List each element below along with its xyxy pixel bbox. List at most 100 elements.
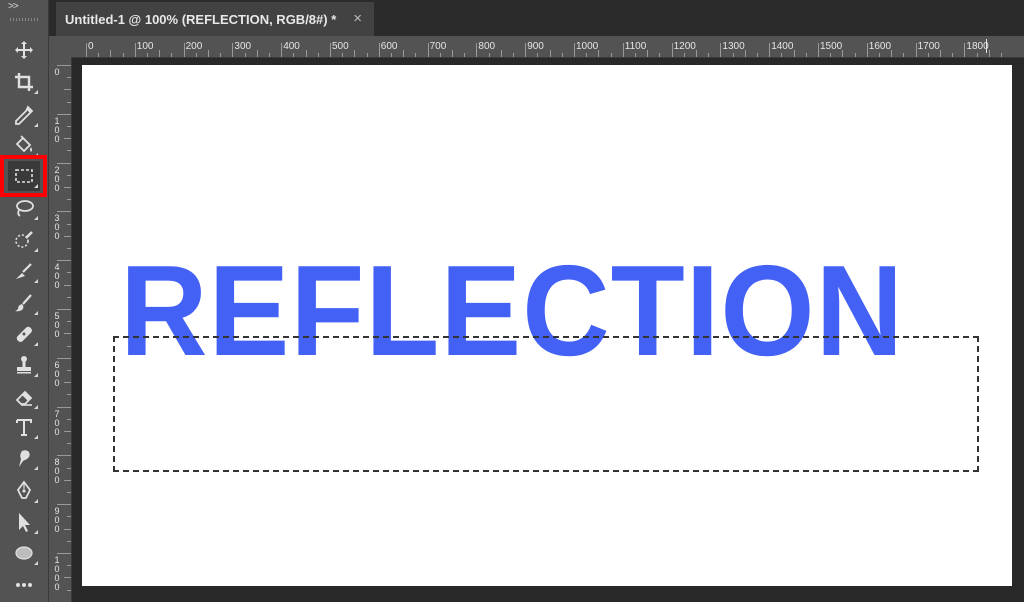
ruler-minor-tick [781, 53, 783, 57]
ruler-minor-tick [269, 53, 270, 57]
ruler-minor-tick [67, 394, 71, 396]
ruler-label: 800 [478, 41, 496, 52]
ruler-minor-tick [67, 126, 71, 127]
selection-marquee[interactable] [113, 336, 979, 472]
ruler-major-tick [57, 406, 71, 408]
ruler-minor-tick [208, 50, 209, 57]
collapse-panel-button[interactable]: >> [8, 1, 19, 12]
lasso-tool[interactable] [8, 193, 40, 223]
ruler-label: 1200 [673, 41, 696, 52]
brush-icon [15, 294, 32, 312]
paint-bucket-icon [15, 135, 32, 153]
ruler-major-tick [57, 260, 71, 262]
ruler-minor-tick [439, 53, 441, 57]
close-icon[interactable]: × [353, 10, 362, 27]
ruler-major-tick [281, 43, 283, 57]
ruler-label: 200 [185, 41, 203, 52]
ruler-minor-tick [67, 370, 71, 371]
ruler-minor-tick [67, 345, 71, 347]
path-selection-tool[interactable] [8, 507, 40, 537]
crop-tool[interactable] [8, 67, 40, 97]
ruler-minor-tick [64, 284, 71, 286]
ruler-minor-tick [513, 53, 514, 57]
ruler-label: 1700 [917, 41, 940, 52]
ruler-minor-tick [64, 382, 71, 384]
tool-highlight-box [0, 155, 47, 197]
ruler-minor-tick [67, 540, 71, 542]
ruler-label: 0 [54, 67, 60, 77]
ruler-minor-tick [64, 577, 71, 579]
ruler-minor-tick [683, 53, 685, 57]
move-tool[interactable] [8, 35, 40, 65]
ruler-minor-tick [171, 53, 173, 57]
ruler-minor-tick [549, 50, 551, 57]
healing-brush-tool[interactable] [8, 319, 40, 349]
ruler-minor-tick [793, 50, 795, 57]
brush-tool[interactable] [8, 288, 40, 318]
ruler-label: 100 [54, 115, 60, 144]
ruler-label: 700 [54, 408, 60, 437]
type-tool[interactable] [8, 412, 40, 442]
tools-panel: >> [0, 0, 49, 602]
ruler-major-tick [525, 43, 527, 57]
eraser-icon [15, 390, 33, 406]
ruler-minor-tick [67, 589, 71, 591]
quick-selection-tool[interactable] [8, 225, 40, 255]
smudge-tool[interactable] [8, 443, 40, 473]
pen-brush-icon [16, 263, 32, 279]
ruler-minor-tick [64, 138, 71, 140]
ruler-major-tick [622, 43, 624, 57]
ruler-minor-tick [561, 53, 563, 57]
ruler-minor-tick [67, 272, 71, 274]
pen-brush-tool[interactable] [8, 256, 40, 286]
ruler-minor-tick [342, 53, 344, 57]
ruler-minor-tick [659, 53, 661, 57]
ellipse-tool[interactable] [8, 538, 40, 568]
ruler-label: 900 [54, 506, 60, 535]
ruler-minor-tick [98, 53, 100, 57]
ruler-major-tick [57, 162, 71, 164]
clone-stamp-tool[interactable] [8, 350, 40, 380]
ruler-minor-tick [64, 89, 71, 91]
ruler-minor-tick [64, 479, 71, 481]
panel-grip[interactable] [10, 18, 38, 21]
ruler-minor-tick [805, 53, 807, 57]
quick-selection-icon [15, 231, 33, 248]
smudge-icon [19, 450, 30, 467]
eyedropper-icon [15, 105, 34, 125]
ruler-label: 500 [332, 41, 349, 52]
ruler-minor-tick [976, 53, 978, 57]
ruler-minor-tick [586, 53, 588, 57]
horizontal-ruler[interactable]: 0 100 200 300 400 500 600 700 800 900 1000 1100 1200… [71, 36, 1024, 58]
eyedropper-tool[interactable] [8, 100, 40, 130]
ruler-label: 1300 [722, 41, 745, 52]
ruler-minor-tick [67, 516, 71, 518]
ruler-corner[interactable] [49, 36, 72, 58]
ruler-minor-tick [67, 199, 71, 201]
eraser-tool[interactable] [8, 382, 40, 412]
ruler-label: 900 [527, 41, 544, 52]
ruler-label: 400 [283, 41, 300, 52]
more-tools-button[interactable] [8, 569, 40, 599]
ruler-label: 100 [136, 41, 154, 52]
ruler-minor-tick [452, 50, 453, 57]
ruler-label: 1500 [820, 41, 843, 52]
document-tab[interactable]: Untitled-1 @ 100% (REFLECTION, RGB/8#) *… [56, 2, 374, 36]
ruler-minor-tick [708, 53, 710, 57]
pen-tool[interactable] [8, 476, 40, 506]
ruler-minor-tick [122, 53, 124, 57]
document-canvas[interactable]: REFLECTION [82, 65, 1012, 586]
ellipse-icon [15, 546, 33, 560]
ruler-minor-tick [537, 53, 539, 57]
ruler-major-tick [671, 43, 673, 57]
vertical-ruler[interactable]: 0 100 200 300 400 500 600 700 800 900 1000 [49, 57, 72, 602]
ruler-label: 0 [88, 41, 94, 52]
ruler-minor-tick [891, 50, 893, 57]
ruler-minor-tick [952, 53, 954, 57]
path-selection-icon [19, 513, 30, 532]
ruler-major-tick [964, 43, 966, 57]
ruler-minor-tick [757, 53, 758, 57]
ruler-major-tick [818, 43, 819, 57]
ruler-minor-tick [64, 333, 71, 335]
ruler-minor-tick [293, 53, 295, 57]
